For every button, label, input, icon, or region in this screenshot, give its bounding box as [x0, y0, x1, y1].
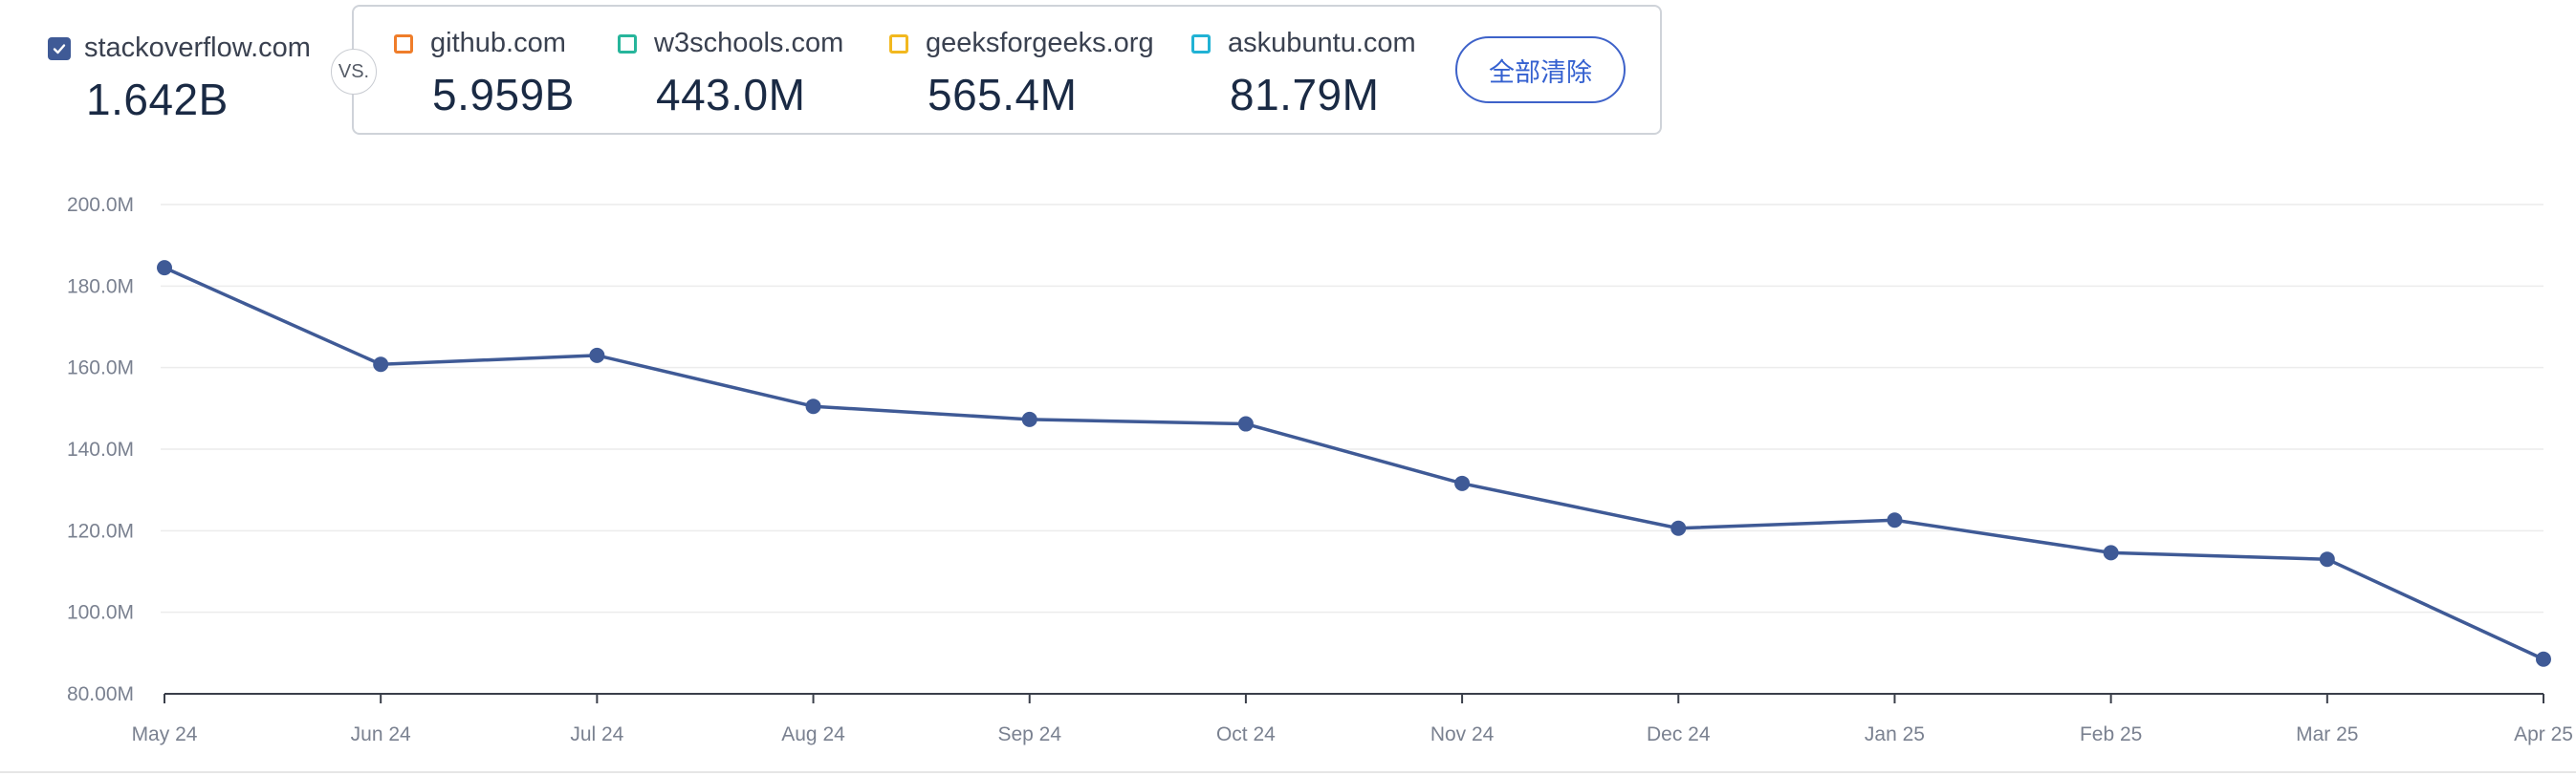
x-tick-label: Dec 24 — [1647, 723, 1711, 745]
data-point — [1454, 475, 1471, 491]
data-point — [1021, 411, 1037, 427]
y-tick-label: 120.0M — [67, 520, 134, 542]
data-point — [805, 399, 821, 415]
x-tick-label: May 24 — [132, 723, 198, 745]
data-point — [2319, 551, 2335, 568]
y-tick-label: 180.0M — [67, 275, 134, 297]
data-point — [589, 347, 605, 363]
data-point — [373, 356, 389, 373]
data-point — [157, 260, 172, 276]
data-point — [1887, 512, 1903, 528]
x-tick-label: Jan 25 — [1865, 723, 1925, 745]
y-tick-label: 200.0M — [67, 194, 134, 216]
x-tick-label: Sep 24 — [997, 723, 1061, 745]
x-tick-label: Oct 24 — [1216, 723, 1276, 745]
traffic-line-chart: 200.0M 180.0M 160.0M 140.0M 120.0M 100.0M 80.0… — [0, 194, 2576, 773]
y-tick-label: 140.0M — [67, 439, 134, 461]
x-tick-label: Jun 24 — [351, 723, 411, 745]
data-point — [2103, 545, 2119, 561]
x-tick-label: Aug 24 — [781, 723, 845, 745]
x-tick-label: Nov 24 — [1430, 723, 1495, 745]
data-point — [2536, 651, 2551, 667]
y-tick-label: 80.00M — [67, 683, 134, 705]
x-tick-label: Feb 25 — [2080, 723, 2142, 745]
x-tick-label: Mar 25 — [2296, 723, 2358, 745]
y-tick-label: 100.0M — [67, 602, 134, 624]
data-point — [1237, 416, 1254, 432]
x-tick-label: Jul 24 — [570, 723, 623, 745]
data-point — [1670, 520, 1687, 536]
series-line — [164, 266, 2544, 661]
y-tick-label: 160.0M — [67, 357, 134, 379]
vs-badge: VS. — [331, 49, 377, 95]
x-tick-label: Apr 25 — [2514, 723, 2573, 745]
